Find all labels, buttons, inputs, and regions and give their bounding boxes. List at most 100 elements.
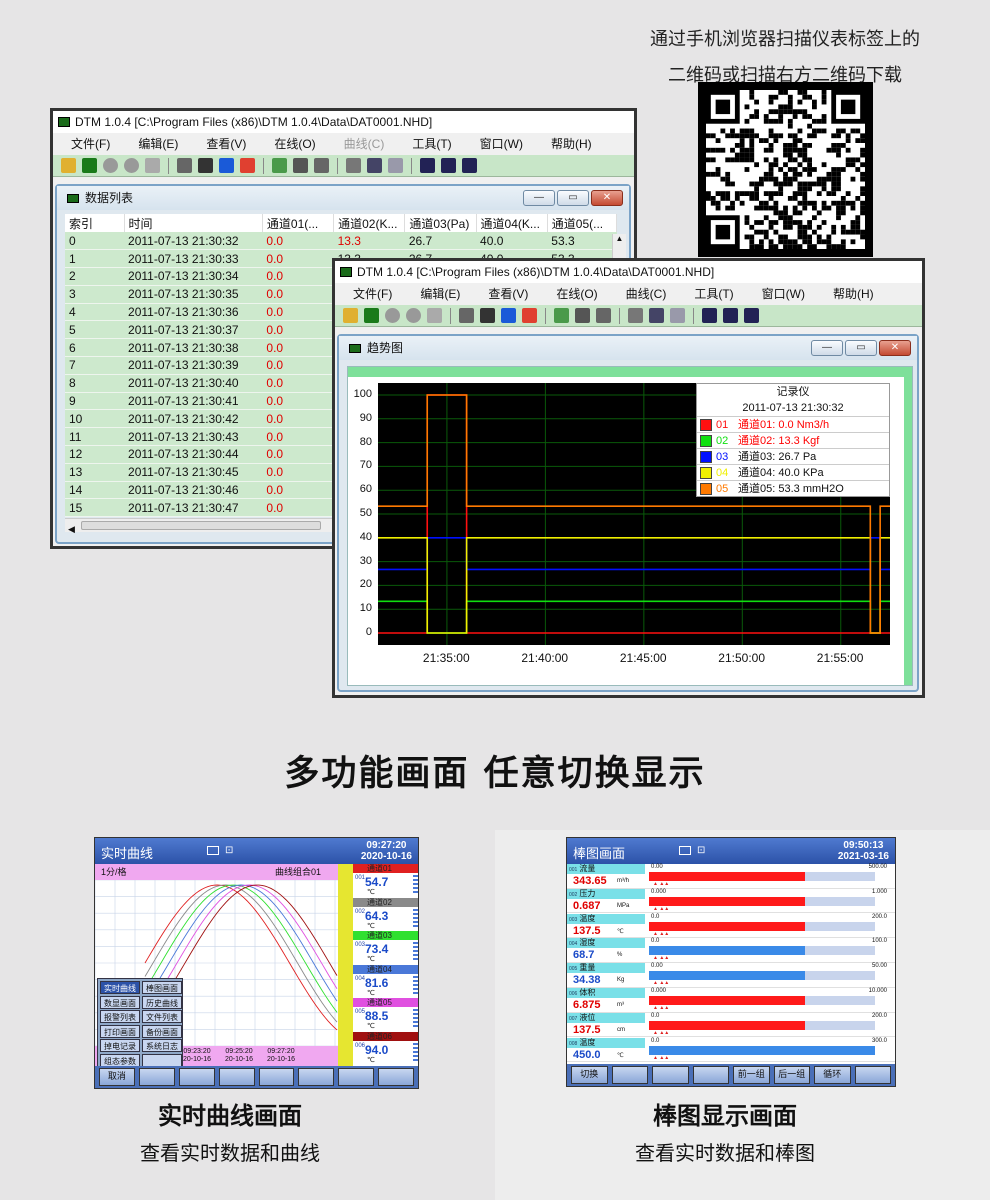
screen-menu-item[interactable] [142, 1053, 182, 1067]
screen-menu-item[interactable]: 文件列表 [142, 1010, 182, 1023]
export-icon[interactable] [272, 158, 287, 173]
footer-button[interactable] [178, 1068, 215, 1086]
column-header[interactable]: 索引 [65, 214, 125, 232]
footer-button[interactable] [854, 1066, 891, 1084]
chart-icon[interactable] [240, 158, 255, 173]
menu-item[interactable]: 编辑(E) [138, 133, 178, 155]
screen-menu-item[interactable]: 系统日志 [142, 1039, 182, 1052]
window-title-bar[interactable]: DTM 1.0.4 [C:\Program Files (x86)\DTM 1.… [53, 111, 634, 133]
channel-item[interactable]: 通道04 004 81.6 ℃ [353, 964, 418, 999]
chart-icon[interactable] [522, 308, 537, 323]
record-icon[interactable] [82, 158, 97, 173]
circle2-icon[interactable] [406, 308, 421, 323]
footer-button[interactable] [218, 1068, 255, 1086]
close-button[interactable]: ✕ [591, 190, 623, 206]
menu-item[interactable]: 窗口(W) [480, 133, 523, 155]
column-header[interactable]: 通道04(K... [476, 214, 548, 232]
minimize-button[interactable]: — [811, 340, 843, 356]
print-icon[interactable] [575, 308, 590, 323]
column-header[interactable]: 通道02(K... [333, 214, 406, 232]
channel-item[interactable]: 通道01 001 54.7 ℃ [353, 864, 418, 898]
menu-item[interactable]: 帮助(H) [551, 133, 592, 155]
footer-button[interactable] [378, 1068, 414, 1086]
circle-icon[interactable] [103, 158, 118, 173]
menu-item[interactable]: 曲线(C) [626, 283, 667, 305]
open-icon[interactable] [343, 308, 358, 323]
preview-icon[interactable] [314, 158, 329, 173]
copy-icon[interactable] [628, 308, 643, 323]
menu-item[interactable]: 在线(O) [274, 133, 315, 155]
footer-button[interactable] [138, 1068, 175, 1086]
minimize-button[interactable]: — [523, 190, 555, 206]
tile-h-icon[interactable] [723, 308, 738, 323]
menu-item[interactable]: 工具(T) [412, 133, 451, 155]
circle-icon[interactable] [385, 308, 400, 323]
cascade-icon[interactable] [420, 158, 435, 173]
menu-item[interactable]: 文件(F) [353, 283, 392, 305]
column-header[interactable]: 通道01(... [262, 214, 335, 232]
circle2-icon[interactable] [124, 158, 139, 173]
menu-item[interactable]: 在线(O) [556, 283, 597, 305]
footer-button[interactable] [652, 1066, 689, 1084]
table-icon[interactable] [177, 158, 192, 173]
info-icon[interactable] [501, 308, 516, 323]
info-icon[interactable] [219, 158, 234, 173]
screen-menu-item[interactable]: 组态参数 [100, 1053, 140, 1067]
channel-item[interactable]: 通道05 005 88.5 ℃ [353, 998, 418, 1032]
table-row[interactable]: 0 2011-07-13 21:30:32 0.0 13.3 26.7 40.0 53.3 [65, 232, 617, 251]
column-header[interactable]: 时间 [124, 214, 263, 232]
right-scroll-strip[interactable] [904, 367, 912, 685]
column-header[interactable]: 通道03(Pa) [404, 214, 477, 232]
close-button[interactable]: ✕ [879, 340, 911, 356]
menu-item[interactable]: 曲线(C) [344, 133, 385, 155]
restore-button[interactable]: ▭ [845, 340, 877, 356]
screen-menu-item[interactable]: 棒图画面 [142, 981, 182, 994]
stop-icon[interactable] [145, 158, 160, 173]
tile-h-icon[interactable] [441, 158, 456, 173]
screen-menu-item[interactable]: 数显画面 [100, 995, 140, 1009]
footer-button[interactable] [298, 1068, 335, 1086]
channel-item[interactable]: 通道03 003 73.4 ℃ [353, 931, 418, 965]
open-icon[interactable] [61, 158, 76, 173]
zoom-icon[interactable] [367, 158, 382, 173]
record-icon[interactable] [364, 308, 379, 323]
stop-icon[interactable] [427, 308, 442, 323]
menu-item[interactable]: 编辑(E) [420, 283, 460, 305]
zoom-out-icon[interactable] [670, 308, 685, 323]
footer-button[interactable] [258, 1068, 295, 1086]
export-icon[interactable] [554, 308, 569, 323]
menu-item[interactable]: 查看(V) [488, 283, 528, 305]
window-title-bar[interactable]: DTM 1.0.4 [C:\Program Files (x86)\DTM 1.… [335, 261, 922, 283]
footer-button[interactable] [338, 1068, 375, 1086]
column-header[interactable]: 通道05(... [547, 214, 618, 232]
menu-item[interactable]: 工具(T) [694, 283, 733, 305]
screen-menu-item[interactable]: 备份画面 [142, 1024, 182, 1038]
footer-button[interactable]: 切换 [571, 1066, 608, 1084]
print-icon[interactable] [293, 158, 308, 173]
screen-menu-item[interactable]: 掉电记录 [100, 1039, 140, 1052]
menu-item[interactable]: 帮助(H) [833, 283, 874, 305]
footer-button[interactable]: 后一组 [773, 1066, 810, 1084]
top-scroll-strip[interactable] [348, 367, 912, 377]
zoom-icon[interactable] [649, 308, 664, 323]
table-icon[interactable] [459, 308, 474, 323]
screen-menu-item[interactable]: 实时曲线 [100, 981, 140, 994]
screen-menu-item[interactable]: 历史曲线 [142, 995, 182, 1009]
screen-menu-item[interactable]: 报警列表 [100, 1010, 140, 1023]
menu-item[interactable]: 窗口(W) [762, 283, 805, 305]
menu-item[interactable]: 文件(F) [71, 133, 110, 155]
copy-icon[interactable] [346, 158, 361, 173]
footer-button[interactable] [692, 1066, 729, 1084]
footer-button[interactable]: 前一组 [733, 1066, 770, 1084]
channel-item[interactable]: 通道02 002 64.3 ℃ [353, 897, 418, 932]
menu-item[interactable]: 查看(V) [206, 133, 246, 155]
cascade-icon[interactable] [702, 308, 717, 323]
channel-item[interactable]: 通道06 006 94.0 ℃ [353, 1032, 418, 1066]
preview-icon[interactable] [596, 308, 611, 323]
restore-button[interactable]: ▭ [557, 190, 589, 206]
screen-menu-item[interactable]: 打印画面 [100, 1024, 140, 1038]
zoom-out-icon[interactable] [388, 158, 403, 173]
tile-v-icon[interactable] [462, 158, 477, 173]
footer-button[interactable]: 取消 [99, 1068, 135, 1086]
footer-button[interactable]: 循环 [814, 1066, 851, 1084]
